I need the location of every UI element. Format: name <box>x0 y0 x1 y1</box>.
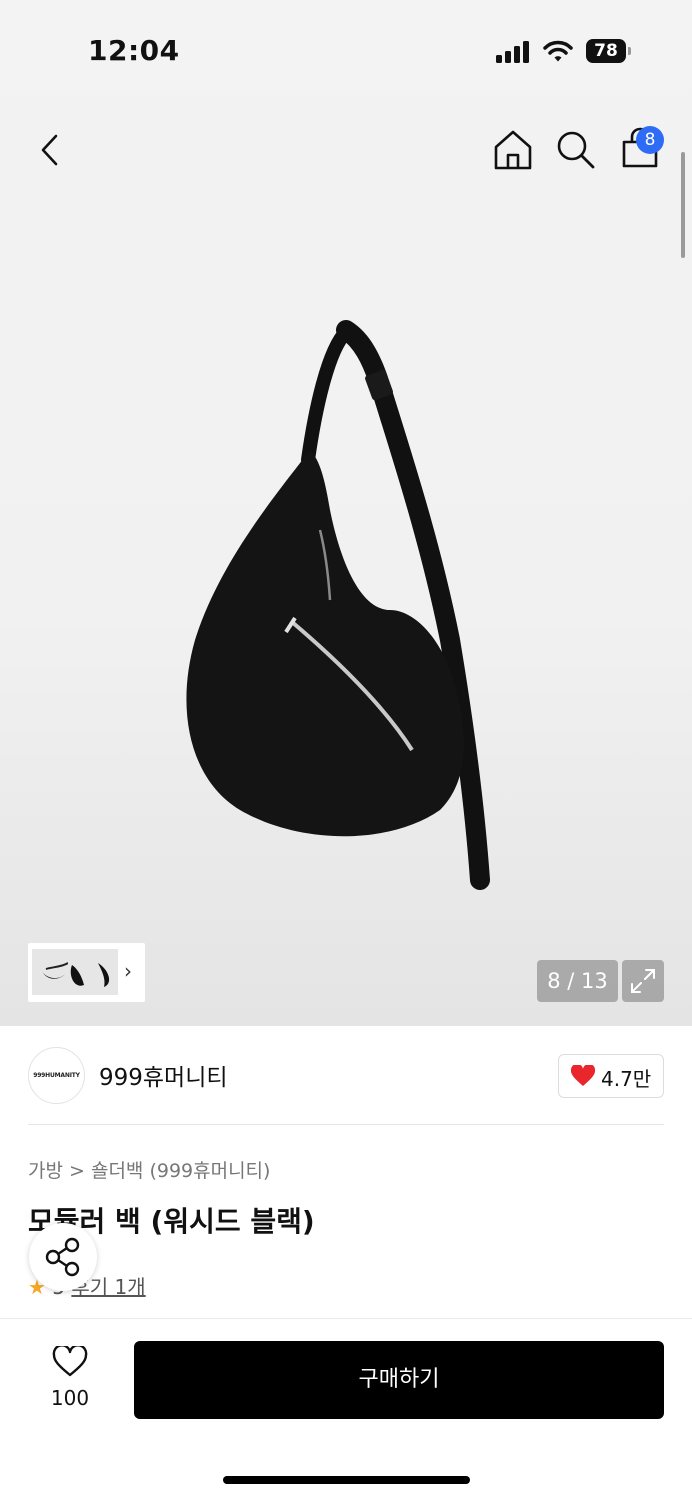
wifi-icon <box>543 40 573 62</box>
product-image[interactable] <box>150 310 530 910</box>
home-indicator <box>223 1476 470 1484</box>
divider <box>28 1124 664 1125</box>
cart-count-badge: 8 <box>636 126 664 154</box>
battery-cap <box>628 47 631 55</box>
expand-icon <box>631 969 655 993</box>
brand-like-button[interactable]: 4.7만 <box>558 1054 664 1098</box>
heart-outline-icon <box>52 1346 88 1377</box>
wishlist-button[interactable]: 100 <box>40 1342 100 1414</box>
status-bar: 12:04 78 <box>0 0 692 100</box>
battery-indicator: 78 <box>586 39 632 63</box>
chevron-right-icon[interactable]: › <box>124 959 132 983</box>
share-icon <box>45 1237 80 1277</box>
expand-button[interactable] <box>622 960 664 1002</box>
battery-level: 78 <box>586 39 626 63</box>
chevron-left-icon <box>41 134 58 166</box>
search-button[interactable] <box>554 128 598 172</box>
home-icon <box>494 130 532 170</box>
back-button[interactable] <box>30 128 70 172</box>
brand-name[interactable]: 999휴머니티 <box>99 1058 228 1092</box>
image-counter: 8 / 13 <box>537 960 618 1002</box>
breadcrumb[interactable]: 가방 > 숄더백 (999휴머니티) <box>28 1156 270 1183</box>
search-icon <box>557 131 595 169</box>
share-button[interactable] <box>29 1223 97 1291</box>
heart-filled-icon <box>571 1065 595 1086</box>
cellular-signal-icon <box>496 41 529 63</box>
scrollbar[interactable] <box>681 152 685 258</box>
buy-button[interactable]: 구매하기 <box>134 1341 664 1419</box>
thumbnail-strip[interactable]: › <box>28 943 145 1002</box>
status-time: 12:04 <box>88 34 180 67</box>
brand-like-count: 4.7만 <box>601 1067 652 1091</box>
home-button[interactable] <box>490 128 536 172</box>
brand-logo[interactable]: 999HUMANITY <box>28 1047 85 1104</box>
wishlist-count: 100 <box>50 1386 90 1410</box>
thumbnail-3[interactable] <box>90 949 118 995</box>
